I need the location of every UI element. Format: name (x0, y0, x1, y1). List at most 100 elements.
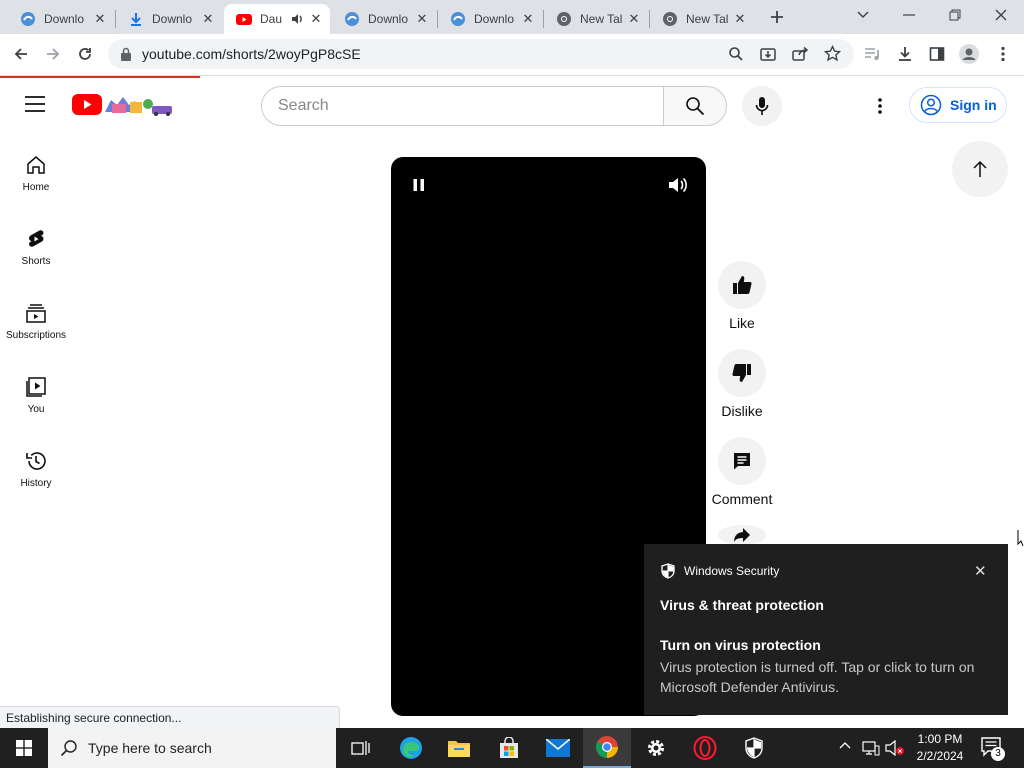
nav-item-history[interactable]: History (0, 442, 72, 516)
nav-item-subscriptions[interactable]: Subscriptions (0, 294, 72, 368)
task-view-button[interactable] (336, 728, 384, 768)
close-tab-icon[interactable]: ✕ (308, 11, 324, 27)
browser-tab[interactable]: Downlo ✕ (438, 4, 542, 34)
show-hidden-icons-icon[interactable] (839, 740, 851, 750)
tab-title: Downlo (368, 12, 409, 26)
nav-label: History (20, 478, 52, 489)
youtube-logo[interactable] (72, 92, 174, 116)
like-action[interactable]: Like (706, 261, 778, 331)
youtube-header: Search Sign in (0, 78, 1024, 132)
taskbar-app-file-explorer[interactable] (435, 728, 483, 768)
previous-video-button[interactable] (952, 141, 1008, 197)
voice-search-button[interactable] (742, 86, 782, 126)
browser-tab-active[interactable]: Dau ✕ (224, 4, 330, 34)
pause-icon[interactable] (412, 178, 426, 192)
network-icon[interactable] (862, 740, 880, 756)
tab-search-button[interactable] (840, 0, 886, 30)
reload-button[interactable] (70, 39, 100, 69)
system-clock[interactable]: 1:00 PM 2/2/2024 (905, 731, 975, 765)
url-text[interactable]: youtube.com/shorts/2woyPgP8cSE (142, 46, 361, 62)
taskbar-app-mail[interactable] (534, 728, 582, 768)
windows-logo-icon (16, 740, 32, 756)
shield-icon (744, 737, 764, 759)
shorts-icon (25, 228, 47, 250)
like-button[interactable] (718, 261, 766, 309)
start-button[interactable] (0, 728, 48, 768)
volume-icon[interactable] (667, 176, 687, 194)
browser-tab[interactable]: New Tal ✕ (650, 4, 754, 34)
forward-button[interactable] (38, 39, 68, 69)
sign-in-button[interactable]: Sign in (909, 87, 1007, 123)
gear-icon (645, 737, 667, 759)
dislike-action[interactable]: Dislike (706, 349, 778, 419)
windows-security-shield-icon (660, 563, 676, 579)
bookmark-star-icon[interactable] (824, 45, 841, 62)
close-tab-icon[interactable]: ✕ (520, 11, 536, 27)
nav-item-you[interactable]: You (0, 368, 72, 442)
install-app-icon[interactable] (760, 46, 776, 62)
taskbar-app-settings[interactable] (632, 728, 680, 768)
speaker-icon[interactable] (290, 12, 304, 26)
profile-avatar-icon[interactable] (954, 39, 984, 69)
nav-label: Home (22, 182, 50, 193)
nav-item-shorts[interactable]: Shorts (0, 220, 72, 294)
address-bar[interactable]: youtube.com/shorts/2woyPgP8cSE (108, 39, 854, 69)
comment-button[interactable] (718, 437, 766, 485)
home-icon (25, 154, 47, 176)
close-tab-icon[interactable]: ✕ (626, 11, 642, 27)
restore-button[interactable] (932, 0, 978, 30)
nav-label: Shorts (21, 256, 51, 267)
taskbar-app-chrome[interactable] (583, 728, 631, 768)
search-input[interactable]: Search (261, 86, 664, 126)
taskbar-app-windows-security[interactable] (730, 728, 778, 768)
browser-tab[interactable]: Downlo ✕ (116, 4, 222, 34)
back-button[interactable] (6, 39, 36, 69)
browser-tab[interactable]: Downlo ✕ (332, 4, 436, 34)
comment-action[interactable]: Comment (706, 437, 778, 507)
taskbar-app-store[interactable] (485, 728, 533, 768)
share-action[interactable] (706, 525, 778, 544)
close-tab-icon[interactable]: ✕ (92, 11, 108, 27)
windows-security-notification[interactable]: Windows Security ✕ Virus & threat protec… (644, 544, 1008, 715)
action-center-button[interactable]: 3 (980, 736, 1005, 761)
sign-in-label: Sign in (950, 97, 997, 113)
download-site-icon (344, 11, 360, 27)
comment-icon (732, 451, 752, 471)
comment-label: Comment (711, 491, 773, 507)
taskbar-app-opera[interactable] (681, 728, 729, 768)
clock-time: 1:00 PM (917, 732, 963, 746)
close-window-button[interactable] (978, 0, 1024, 30)
volume-muted-icon[interactable] (885, 740, 905, 756)
downloads-icon[interactable] (890, 39, 920, 69)
zoom-icon[interactable] (728, 46, 744, 62)
thumbs-up-icon (731, 274, 753, 296)
browser-tab[interactable]: Downlo ✕ (8, 4, 114, 34)
tab-title: Downlo (44, 12, 85, 26)
hamburger-menu-icon[interactable] (24, 95, 46, 113)
edge-icon (399, 736, 423, 760)
browser-tab[interactable]: New Tal ✕ (544, 4, 648, 34)
search-button[interactable] (663, 86, 727, 126)
close-tab-icon[interactable]: ✕ (414, 11, 430, 27)
like-label: Like (729, 315, 755, 331)
dislike-button[interactable] (718, 349, 766, 397)
close-tab-icon[interactable]: ✕ (732, 11, 748, 27)
media-controls-icon[interactable] (858, 39, 888, 69)
minimize-button[interactable] (886, 0, 932, 30)
taskbar-search-placeholder: Type here to search (88, 740, 212, 756)
lock-icon[interactable] (120, 47, 132, 61)
tab-title: Dau (260, 12, 283, 26)
more-options-icon[interactable] (877, 97, 883, 115)
browser-menu-icon[interactable] (988, 39, 1018, 69)
side-panel-icon[interactable] (922, 39, 952, 69)
share-icon[interactable] (792, 46, 808, 62)
history-icon (25, 450, 47, 472)
nav-item-home[interactable]: Home (0, 146, 72, 220)
close-notification-icon[interactable]: ✕ (974, 562, 987, 580)
folder-icon (447, 738, 471, 758)
share-button[interactable] (718, 525, 766, 544)
taskbar-search-box[interactable]: Type here to search (48, 728, 336, 768)
new-tab-button[interactable] (762, 2, 792, 32)
taskbar-app-edge[interactable] (387, 728, 435, 768)
close-tab-icon[interactable]: ✕ (200, 11, 216, 27)
